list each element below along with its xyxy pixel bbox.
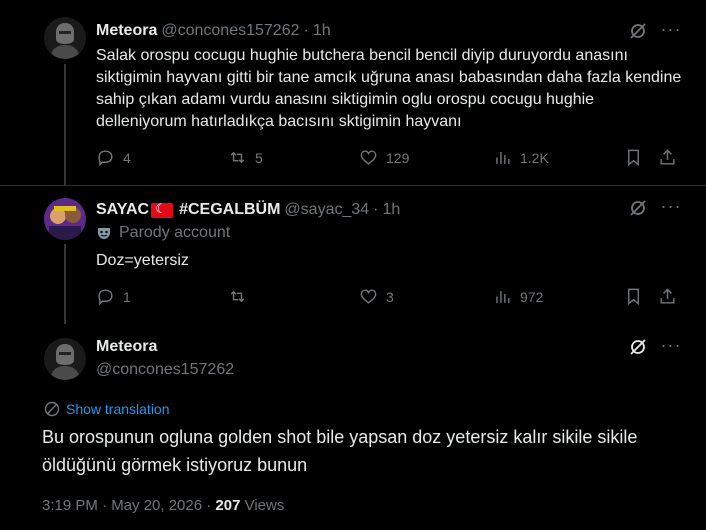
author-handle[interactable]: @sayac_34 [284,201,369,219]
views-icon [496,290,510,303]
tweet-actions: 1 3 972 [96,287,686,309]
like-icon [360,150,377,165]
reply-button[interactable]: 4 [96,148,131,167]
grok-icon[interactable] [628,337,648,357]
tweet-2[interactable]: SAYAC #CEGALBÜM @sayac_34 · 1h ··· Parod… [0,186,706,324]
views-count: 1.2K [520,149,549,166]
views-icon [496,151,510,164]
tweet-time[interactable]: 1h [382,201,400,219]
tweet-text: Doz=yetersiz [96,252,189,269]
author-name-suffix[interactable]: #CEGALBÜM [179,201,280,219]
more-icon[interactable]: ··· [660,197,682,220]
tweet-time[interactable]: 1h [313,22,331,40]
parody-text: Parody account [119,224,231,241]
grok-icon[interactable] [628,21,648,41]
share-button[interactable] [658,287,677,306]
tweet-meta: 3:19 PM · May 20, 2026 · 207 Views [42,497,284,514]
like-button[interactable]: 129 [359,148,409,167]
like-count: 3 [386,288,394,305]
thread-line [64,244,66,324]
more-icon[interactable]: ··· [660,20,682,43]
bookmark-icon [628,288,639,306]
tweet-header: Meteora @concones157262 · 1h [96,22,331,40]
repost-count: 5 [255,149,263,166]
bookmark-icon [628,149,639,167]
avatar-meteora[interactable] [44,338,86,380]
views-button[interactable]: 972 [493,287,543,306]
like-icon [360,289,377,304]
bookmark-button[interactable] [624,148,643,167]
share-icon [660,288,675,304]
turkey-flag-icon [151,201,174,218]
reply-count: 1 [123,288,131,305]
share-button[interactable] [658,148,677,167]
reply-icon [98,150,113,167]
reply-button[interactable]: 1 [96,287,131,306]
parody-icon [98,228,110,239]
grok-icon[interactable] [628,198,648,218]
reply-count: 4 [123,149,131,166]
repost-icon [230,151,245,164]
parody-label: Parody account [96,224,230,242]
like-button[interactable]: 3 [359,287,394,306]
repost-button[interactable] [228,287,255,306]
tweet-1[interactable]: Meteora @concones157262 · 1h ··· Salak o… [0,0,706,185]
like-count: 129 [386,149,410,166]
more-icon[interactable]: ··· [660,336,682,359]
translate-icon [44,401,60,417]
views-label: Views [240,497,285,514]
repost-button[interactable]: 5 [228,148,263,167]
tweet-header: SAYAC #CEGALBÜM @sayac_34 · 1h [96,198,400,222]
views-count: 972 [520,288,544,305]
author-name[interactable]: Meteora [96,338,157,356]
main-tweet: Meteora @concones157262 ··· Show transla… [0,321,706,530]
views-number: 207 [215,497,241,514]
tweet-timestamp[interactable]: 3:19 PM · May 20, 2026 · [42,497,215,514]
tweet-actions: 4 5 129 1.2K [96,148,686,170]
share-icon [660,149,675,165]
tweet-text: Salak orospu cocugu hughie butchera benc… [96,47,682,130]
repost-icon [230,290,245,303]
show-translation-link[interactable]: Show translation [44,401,170,417]
views-button[interactable]: 1.2K [493,148,549,167]
author-name-prefix[interactable]: SAYAC [96,201,149,219]
avatar-sayac[interactable] [44,198,86,240]
avatar-meteora[interactable] [44,17,86,59]
author-name[interactable]: Meteora [96,22,157,40]
author-handle[interactable]: @concones157262 [96,361,234,379]
show-translation-label[interactable]: Show translation [66,401,170,417]
bookmark-button[interactable] [624,287,643,306]
reply-icon [98,289,113,306]
thread-line [64,64,66,185]
main-tweet-text: Bu orospunun ogluna golden shot bile yap… [42,427,638,475]
author-handle[interactable]: @concones157262 [161,22,299,40]
